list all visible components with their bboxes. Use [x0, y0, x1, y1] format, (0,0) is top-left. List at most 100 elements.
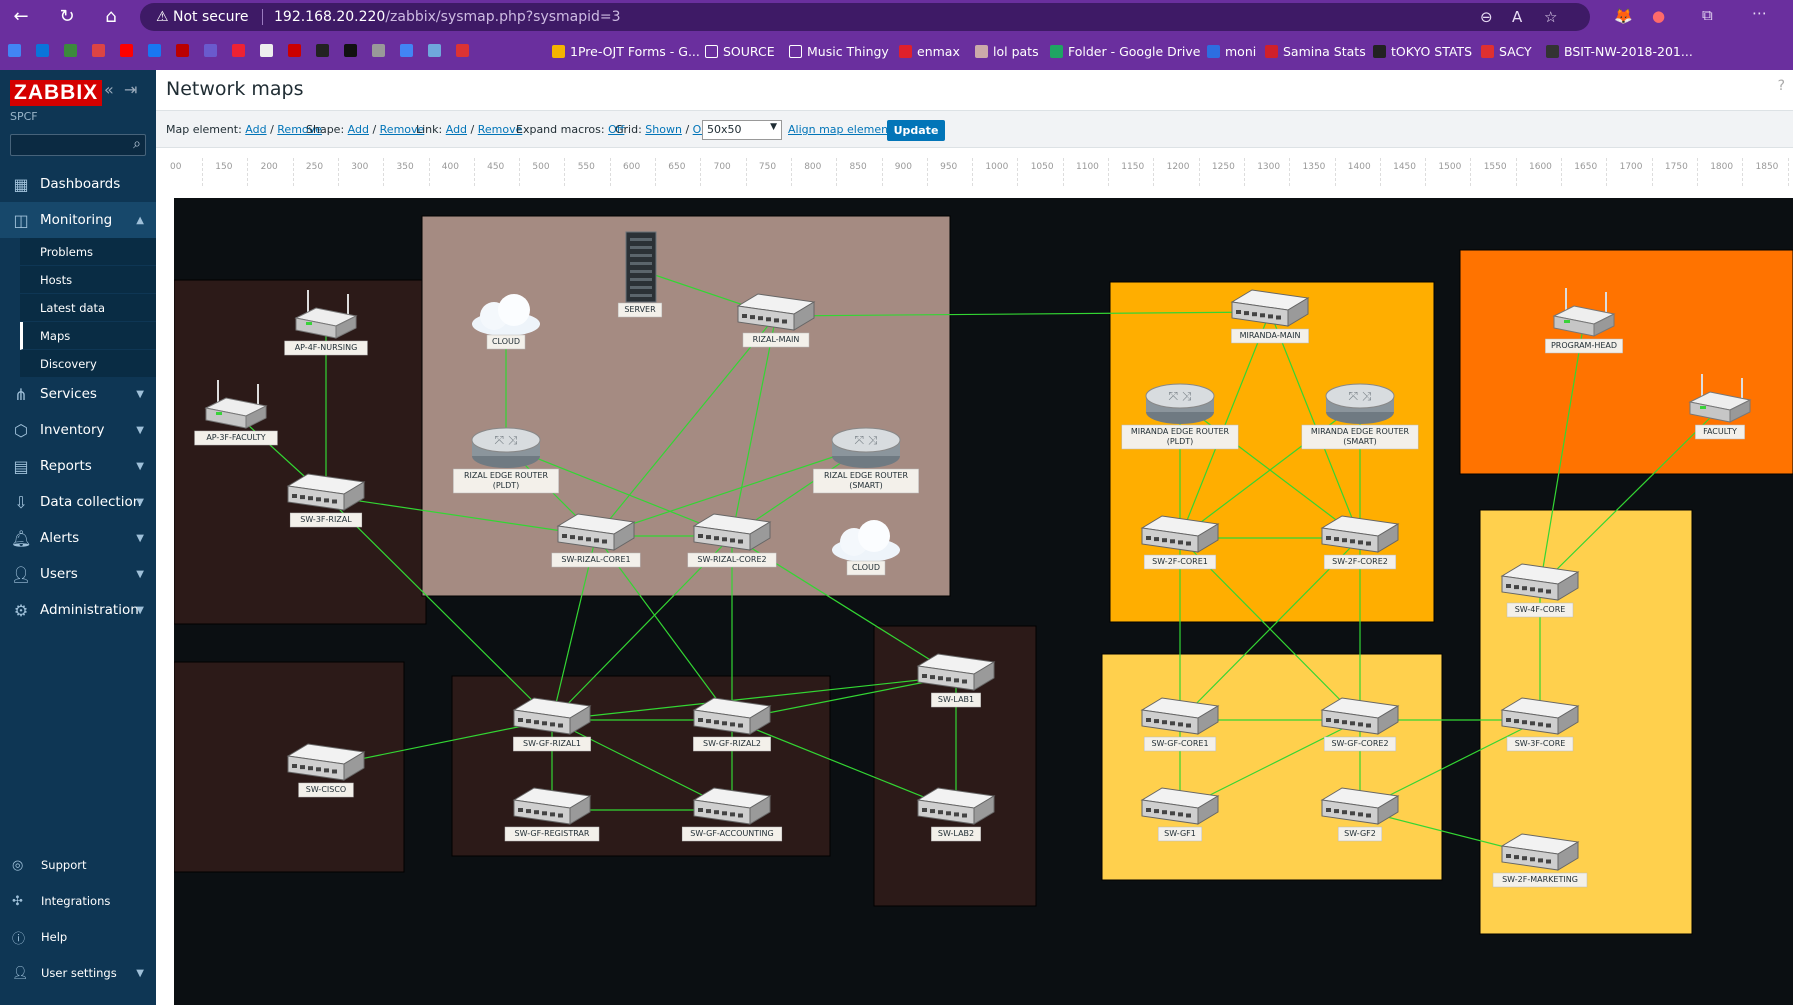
- map-element-add-link[interactable]: Add: [245, 123, 266, 136]
- bookmark-favicon[interactable]: [232, 44, 245, 57]
- switch-port: [1522, 720, 1527, 725]
- bookmark-favicon[interactable]: [428, 44, 441, 57]
- ruler-gridline: [1651, 158, 1653, 186]
- map-node-switch[interactable]: SW-3F-CORE: [1500, 697, 1580, 752]
- bookmark-item[interactable]: lol pats: [975, 44, 1039, 59]
- security-indicator[interactable]: ⚠ Not secure: [156, 3, 249, 31]
- status-led-icon: [216, 412, 222, 415]
- bookmark-item[interactable]: SOURCE: [705, 44, 775, 59]
- bookmark-favicon[interactable]: [176, 44, 189, 57]
- map-node-switch[interactable]: SW-RIZAL-CORE2: [687, 513, 777, 568]
- reload-icon[interactable]: ↻: [54, 4, 80, 30]
- map-shape-area[interactable]: [174, 279, 427, 625]
- menu-inventory[interactable]: ⬡ Inventory ▼: [0, 412, 156, 448]
- bookmark-favicon[interactable]: [8, 44, 21, 57]
- submenu-maps[interactable]: Maps: [20, 322, 156, 350]
- footer-label: Integrations: [41, 894, 111, 908]
- map-node-switch[interactable]: RIZAL-MAIN: [736, 293, 816, 348]
- bookmark-favicon[interactable]: [64, 44, 77, 57]
- submenu-problems[interactable]: Problems: [20, 238, 156, 266]
- bookmark-item[interactable]: Samina Stats: [1265, 44, 1366, 59]
- map-node-switch[interactable]: SW-2F-CORE1: [1140, 515, 1220, 570]
- bookmark-item[interactable]: Music Thingy: [789, 44, 889, 59]
- bookmark-favicon[interactable]: [92, 44, 105, 57]
- footer-user-settings[interactable]: 👤︎ User settings ▼: [0, 958, 156, 988]
- extension-red-icon[interactable]: ●: [1652, 7, 1665, 25]
- menu-dashboards[interactable]: ▦ Dashboards: [0, 166, 156, 202]
- footer-integrations[interactable]: ✣ Integrations: [0, 886, 156, 916]
- map-node-switch[interactable]: SW-GF-RIZAL2: [692, 697, 772, 752]
- favorite-icon[interactable]: ☆: [1544, 3, 1557, 31]
- bookmark-favicon[interactable]: [288, 44, 301, 57]
- more-menu-icon[interactable]: ⋯: [1752, 4, 1767, 22]
- bookmark-item[interactable]: enmax: [899, 44, 960, 59]
- bookmark-favicon[interactable]: [456, 44, 469, 57]
- grid-shown-link[interactable]: Shown: [645, 123, 682, 136]
- align-map-elements-link[interactable]: Align map elements: [788, 123, 898, 136]
- link-add-link[interactable]: Add: [446, 123, 467, 136]
- address-bar[interactable]: ⚠ Not secure 192.168.20.220/zabbix/sysma…: [140, 3, 1590, 31]
- ruler-tick-label: 1000: [985, 162, 1009, 172]
- zoom-icon[interactable]: ⊖: [1480, 3, 1493, 31]
- menu-reports[interactable]: ▤ Reports ▼: [0, 448, 156, 484]
- switch-port: [1514, 585, 1519, 590]
- bookmark-favicon[interactable]: [316, 44, 329, 57]
- map-node-switch[interactable]: SW-GF-CORE1: [1140, 697, 1220, 752]
- map-node-switch[interactable]: MIRANDA-MAIN: [1230, 289, 1310, 344]
- menu-alerts[interactable]: 🔔︎ Alerts ▼: [0, 520, 156, 556]
- menu-administration[interactable]: ⚙ Administration ▼: [0, 592, 156, 628]
- update-button[interactable]: Update: [887, 120, 945, 141]
- map-shape-area[interactable]: [1101, 653, 1443, 881]
- map-node-switch[interactable]: SW-3F-RIZAL: [286, 473, 366, 528]
- menu-users[interactable]: 👤︎ Users ▼: [0, 556, 156, 592]
- switch-port: [1506, 854, 1511, 858]
- map-node-switch[interactable]: SW-GF-CORE2: [1320, 697, 1400, 752]
- bookmark-item[interactable]: 1Pre-OJT Forms - G...: [552, 44, 700, 59]
- map-node-switch[interactable]: SW-4F-CORE: [1500, 563, 1580, 618]
- map-node-switch[interactable]: SW-GF-RIZAL1: [512, 697, 592, 752]
- network-map[interactable]: AP-4F-NURSING AP-3F-FACULTY SW-3F-RIZAL CLO…: [174, 198, 1793, 1005]
- submenu-latest-data[interactable]: Latest data: [20, 294, 156, 322]
- menu-monitoring[interactable]: ◫ Monitoring ▲: [0, 202, 156, 238]
- zabbix-logo[interactable]: ZABBIX: [10, 80, 103, 106]
- map-node-switch[interactable]: SW-RIZAL-CORE1: [551, 513, 641, 568]
- menu-data-collection[interactable]: ⇩ Data collection ▼: [0, 484, 156, 520]
- bookmark-item[interactable]: tOKYO STATS: [1373, 44, 1472, 59]
- switch-port: [1538, 722, 1543, 727]
- bookmark-favicon[interactable]: [120, 44, 133, 57]
- bookmark-favicon[interactable]: [36, 44, 49, 57]
- bookmark-item[interactable]: SACY: [1481, 44, 1532, 59]
- bookmark-favicon[interactable]: [344, 44, 357, 57]
- grid-size-select[interactable]: 50x50 ▼: [702, 120, 782, 140]
- switch-port: [1546, 859, 1551, 864]
- back-icon[interactable]: ←: [8, 4, 34, 30]
- footer-support[interactable]: ◎ Support: [0, 850, 156, 880]
- extensions-icon[interactable]: ⧉: [1702, 6, 1713, 24]
- map-node-switch[interactable]: SW-CISCO: [286, 743, 366, 798]
- submenu-hosts[interactable]: Hosts: [20, 266, 156, 294]
- bookmark-favicon[interactable]: [400, 44, 413, 57]
- chevron-down-icon: ▼: [136, 424, 144, 436]
- bookmark-favicon[interactable]: [204, 44, 217, 57]
- read-aloud-icon[interactable]: A: [1512, 3, 1522, 31]
- bookmark-favicon[interactable]: [260, 44, 273, 57]
- footer-help[interactable]: ⓘ Help: [0, 922, 156, 952]
- bookmark-icon: [975, 45, 988, 58]
- map-node-switch[interactable]: SW-2F-CORE2: [1320, 515, 1400, 570]
- bookmark-item[interactable]: moni: [1207, 44, 1256, 59]
- map-canvas[interactable]: AP-4F-NURSING AP-3F-FACULTY SW-3F-RIZAL CLO…: [174, 198, 1793, 1005]
- submenu-discovery[interactable]: Discovery: [20, 350, 156, 378]
- extension-fox-icon[interactable]: 🦊: [1614, 7, 1633, 25]
- help-icon[interactable]: ?: [1778, 78, 1785, 94]
- shape-add-link[interactable]: Add: [348, 123, 369, 136]
- home-icon[interactable]: ⌂: [98, 4, 124, 30]
- bookmark-favicon[interactable]: [372, 44, 385, 57]
- bookmark-favicon[interactable]: [148, 44, 161, 57]
- bookmark-item[interactable]: Folder - Google Drive: [1050, 44, 1200, 59]
- search-icon[interactable]: ⌕: [133, 136, 141, 152]
- menu-services[interactable]: ⋔ Services ▼: [0, 376, 156, 412]
- sidebar-collapse-icon[interactable]: « ⇥: [104, 80, 137, 99]
- bookmark-item[interactable]: BSIT-NW-2018-201...: [1546, 44, 1693, 59]
- map-shape-area[interactable]: [1459, 249, 1793, 475]
- search-input[interactable]: ⌕: [10, 134, 146, 156]
